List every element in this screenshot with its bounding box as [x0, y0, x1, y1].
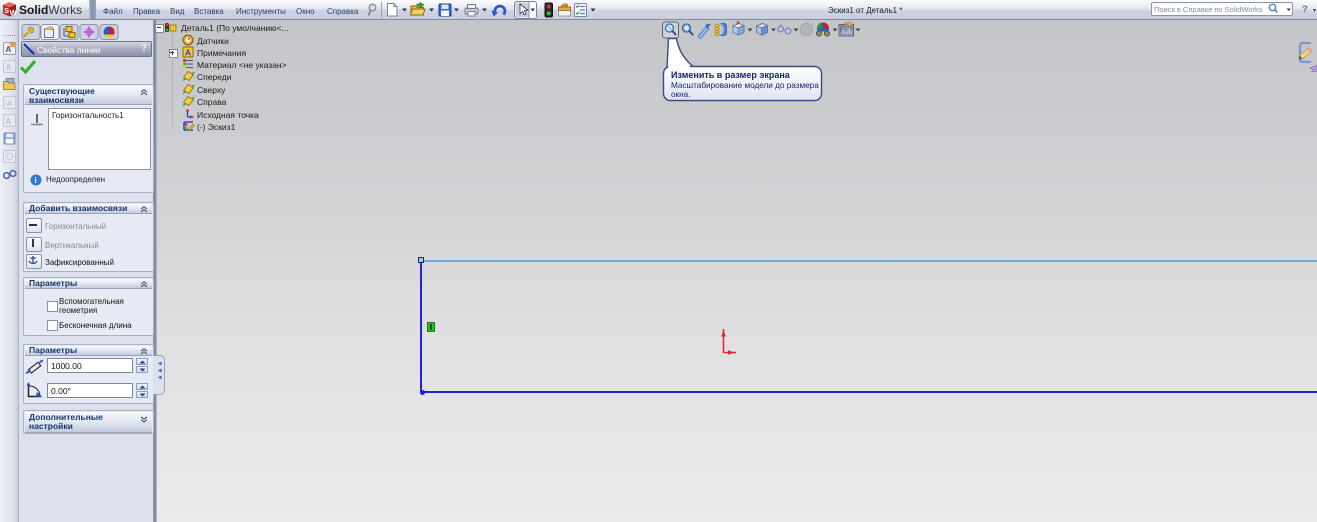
svg-text:A: A [6, 117, 12, 126]
svg-text:A: A [185, 48, 191, 58]
svg-text:W: W [10, 8, 18, 17]
svg-text:A: A [6, 63, 12, 72]
svg-text:S: S [4, 6, 9, 15]
